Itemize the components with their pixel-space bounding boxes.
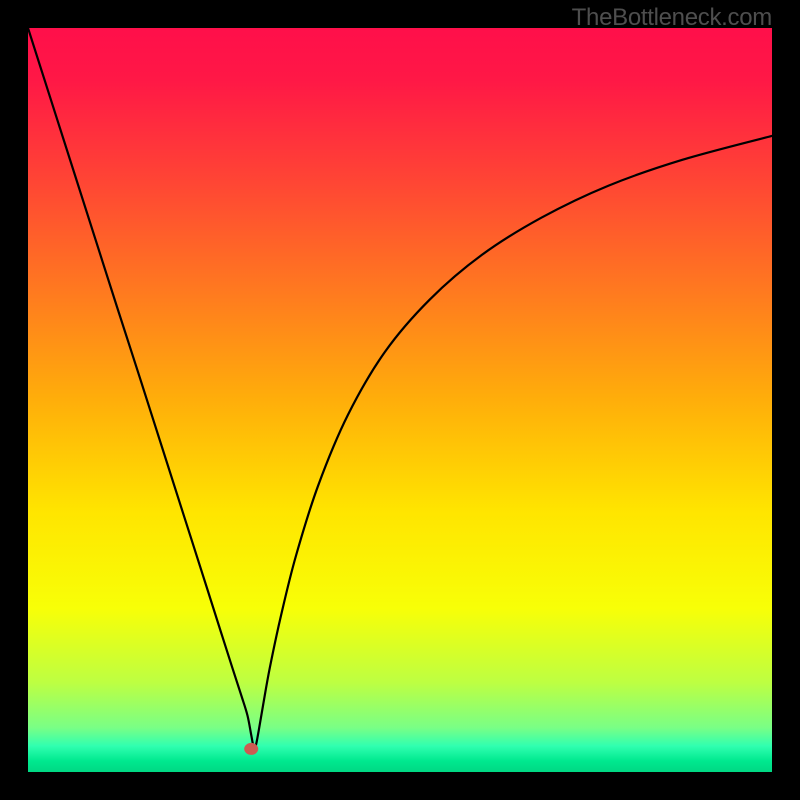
gradient-background — [28, 28, 772, 772]
bottleneck-chart — [28, 28, 772, 772]
plot-area — [28, 28, 772, 772]
chart-frame: TheBottleneck.com — [0, 0, 800, 800]
watermark-text: TheBottleneck.com — [572, 4, 772, 32]
minimum-marker — [244, 743, 258, 755]
